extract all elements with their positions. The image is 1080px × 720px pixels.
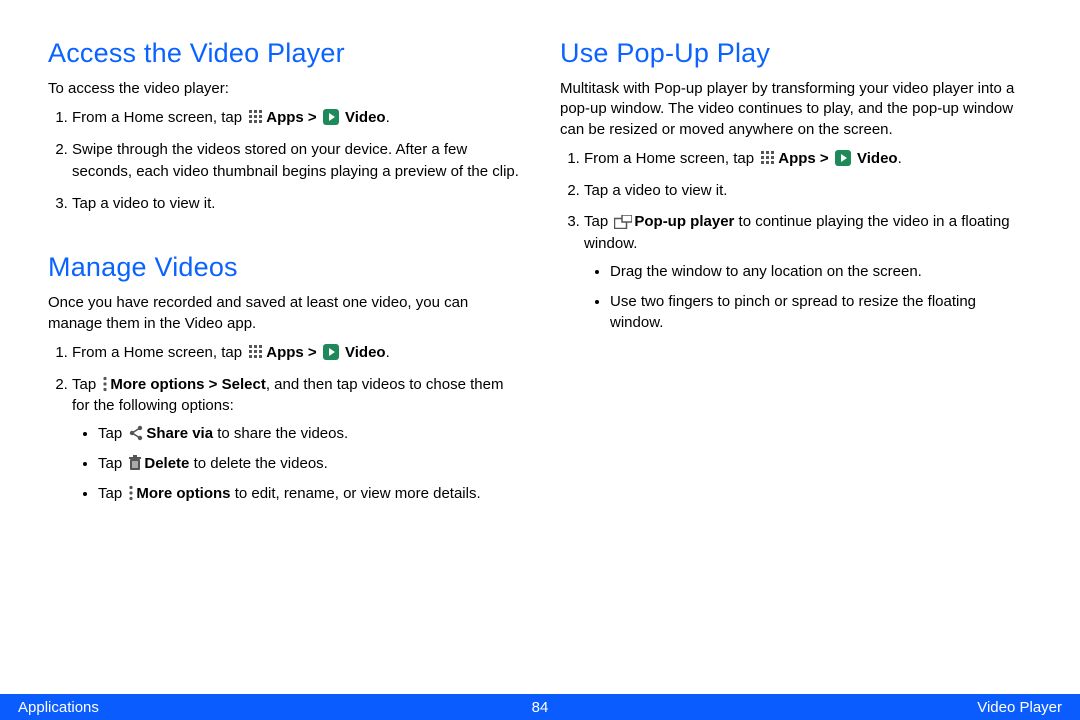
text: Tap [98, 425, 126, 442]
text: . [386, 344, 390, 361]
two-column-layout: Access the Video Player To access the vi… [48, 38, 1032, 518]
footer-right: Video Player [977, 699, 1062, 716]
intro-popup: Multitask with Pop-up player by transfor… [560, 79, 1032, 140]
label-more-options: More options [136, 485, 230, 502]
text: Tap [98, 455, 126, 472]
label-share-via: Share via [146, 425, 213, 442]
list-item: Use two fingers to pinch or spread to re… [610, 291, 1032, 335]
text: to edit, rename, or view more details. [231, 485, 481, 502]
heading-manage-videos: Manage Videos [48, 252, 520, 283]
list-item: Tap a video to view it. [72, 193, 520, 215]
video-play-icon [323, 344, 339, 360]
left-column: Access the Video Player To access the vi… [48, 38, 520, 518]
list-item: From a Home screen, tap Apps > Video. [72, 342, 520, 364]
more-options-icon [128, 485, 134, 501]
list-item: Tap Delete to delete the videos. [98, 453, 520, 475]
label-apps: Apps > [266, 344, 321, 361]
video-play-icon [835, 150, 851, 166]
label-delete: Delete [144, 455, 193, 472]
list-item: Tap More options > Select, and then tap … [72, 374, 520, 505]
list-item: From a Home screen, tap Apps > Video. [584, 148, 1032, 170]
label-popup-player: Pop-up player [634, 213, 734, 230]
text: to share the videos. [213, 425, 348, 442]
text: Tap [584, 213, 612, 230]
apps-grid-icon [248, 344, 264, 360]
more-options-icon [102, 376, 108, 392]
text: to delete the videos. [194, 455, 328, 472]
list-item: Tap More options to edit, rename, or vie… [98, 483, 520, 505]
sublist-popup-tips: Drag the window to any location on the s… [584, 261, 1032, 334]
label-apps: Apps > [266, 109, 321, 126]
page-footer: Applications 84 Video Player [0, 694, 1080, 720]
sublist-manage-options: Tap Share via to share the videos. Tap D… [72, 423, 520, 504]
list-manage-steps: From a Home screen, tap Apps > Video. Ta… [48, 342, 520, 505]
intro-access: To access the video player: [48, 79, 520, 99]
apps-grid-icon [760, 150, 776, 166]
label-video: Video [345, 109, 386, 126]
text: From a Home screen, tap [72, 109, 246, 126]
list-item: Drag the window to any location on the s… [610, 261, 1032, 283]
popup-player-icon [614, 215, 632, 229]
text: From a Home screen, tap [584, 150, 758, 167]
list-item: Swipe through the videos stored on your … [72, 139, 520, 183]
text: Tap [98, 485, 126, 502]
intro-manage: Once you have recorded and saved at leas… [48, 293, 520, 334]
list-access-steps: From a Home screen, tap Apps > Video. Sw… [48, 107, 520, 214]
text: Tap [72, 376, 100, 393]
list-item: Tap a video to view it. [584, 180, 1032, 202]
footer-page-number: 84 [532, 699, 549, 716]
share-icon [128, 425, 144, 441]
heading-access-video-player: Access the Video Player [48, 38, 520, 69]
list-item: Tap Share via to share the videos. [98, 423, 520, 445]
apps-grid-icon [248, 109, 264, 125]
list-popup-steps: From a Home screen, tap Apps > Video. Ta… [560, 148, 1032, 334]
text: . [386, 109, 390, 126]
footer-left: Applications [18, 699, 99, 716]
label-more-options-select: More options > Select [110, 376, 265, 393]
manual-page: Access the Video Player To access the vi… [0, 0, 1080, 720]
list-item: Tap Pop-up player to continue playing th… [584, 211, 1032, 334]
list-item: From a Home screen, tap Apps > Video. [72, 107, 520, 129]
label-apps: Apps > [778, 150, 833, 167]
heading-pop-up-play: Use Pop-Up Play [560, 38, 1032, 69]
delete-trash-icon [128, 455, 142, 471]
label-video: Video [857, 150, 898, 167]
text: From a Home screen, tap [72, 344, 246, 361]
right-column: Use Pop-Up Play Multitask with Pop-up pl… [560, 38, 1032, 518]
text: . [898, 150, 902, 167]
video-play-icon [323, 109, 339, 125]
label-video: Video [345, 344, 386, 361]
